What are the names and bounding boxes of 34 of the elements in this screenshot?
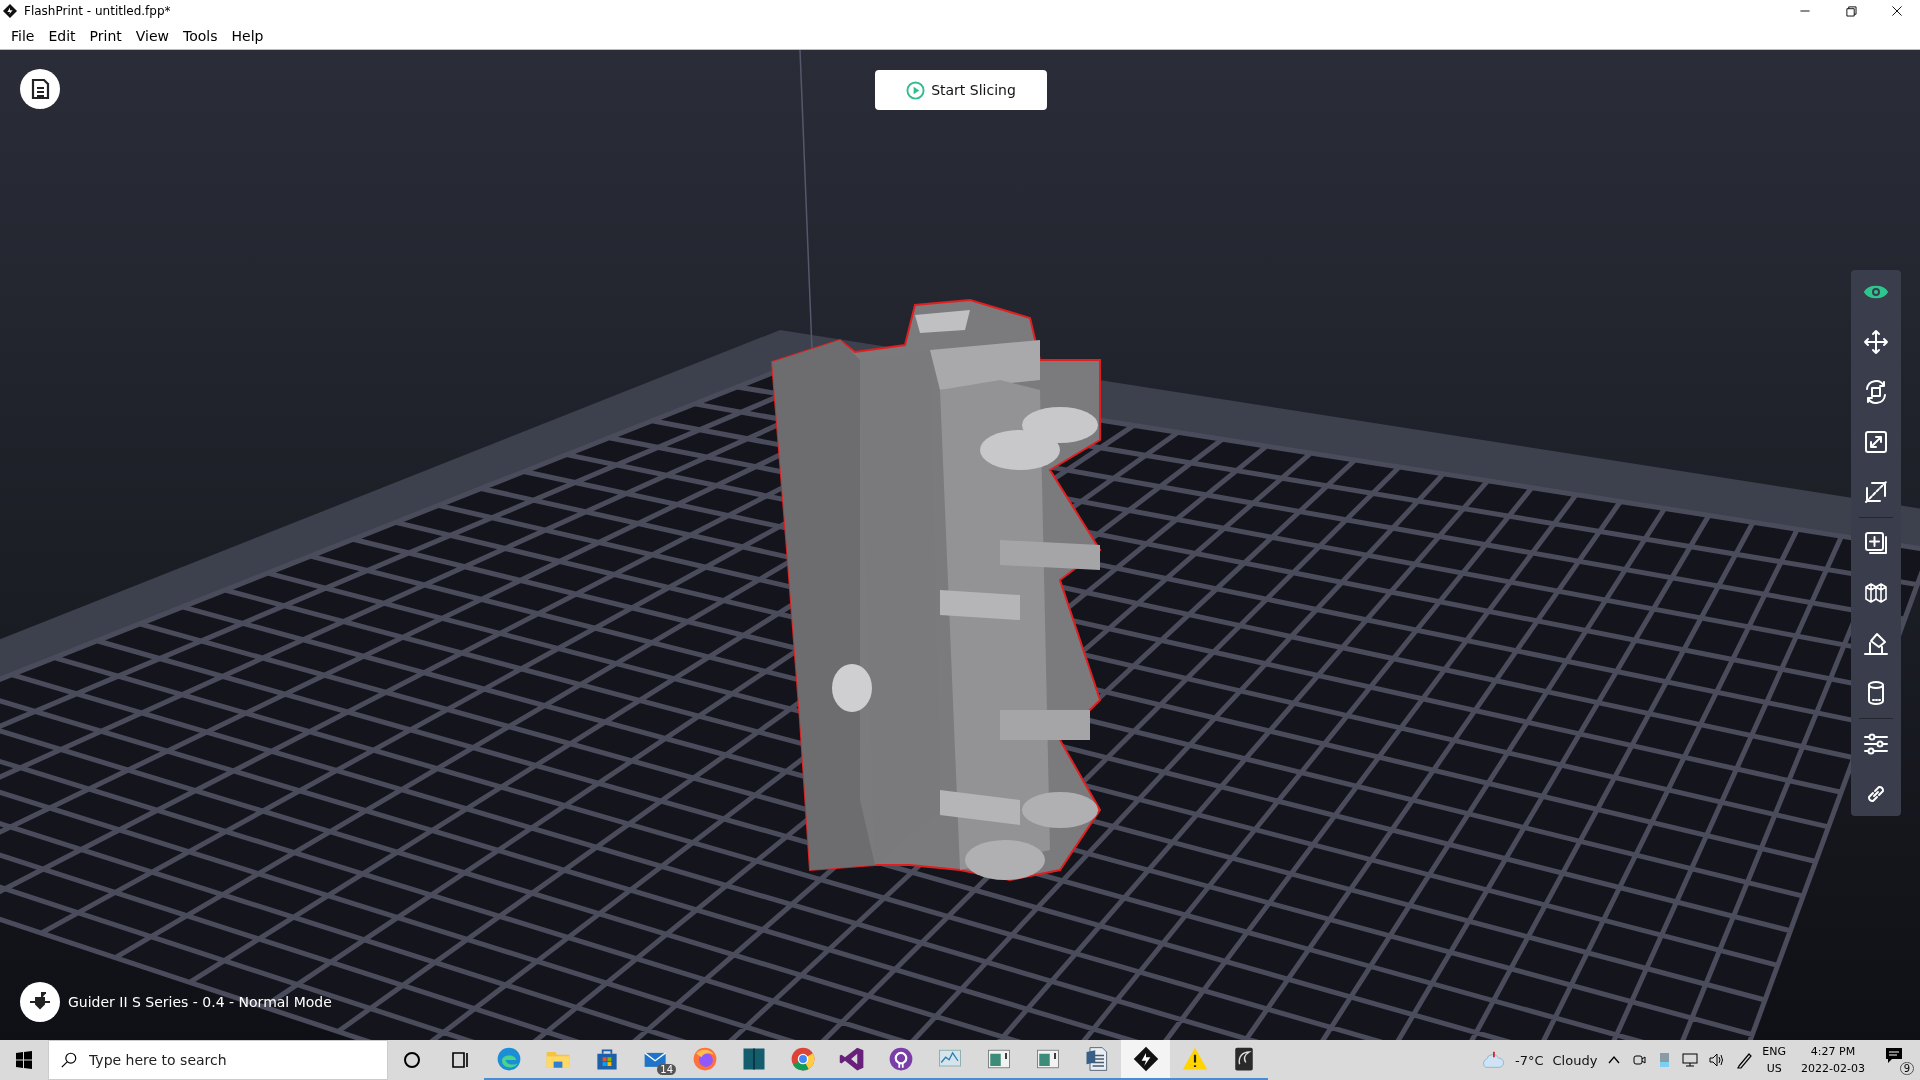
language-code[interactable]: ENG (1762, 1043, 1787, 1060)
pen-icon[interactable] (1735, 1051, 1754, 1069)
taskbar-app-button[interactable] (1121, 1040, 1170, 1080)
cut-tool-icon[interactable] (1862, 478, 1890, 506)
vstudio-app-icon (837, 1045, 866, 1073)
menu-item[interactable]: Help (224, 24, 271, 47)
notifications-icon[interactable] (1884, 1045, 1904, 1065)
app-logo-icon (3, 4, 17, 18)
clock-date[interactable]: 2022-02-03 (1801, 1060, 1865, 1077)
move-tool-icon[interactable] (1862, 328, 1890, 356)
menu-item[interactable]: Tools (176, 24, 225, 47)
machine-label: Guider II S Series - 0.4 - Normal Mode (68, 994, 332, 1010)
clock-time[interactable]: 4:27 PM (1810, 1043, 1856, 1060)
temperature-text: -7°C (1515, 1052, 1544, 1068)
webcam-icon[interactable] (1631, 1052, 1648, 1068)
taskbar-app-button[interactable]: 14 (631, 1040, 680, 1080)
menu-item[interactable]: File (4, 24, 42, 47)
start-slicing-button[interactable]: Start Slicing (875, 70, 1047, 110)
add-tool-icon[interactable] (1862, 529, 1890, 557)
menu-item[interactable]: View (128, 24, 176, 47)
notification-count: 9 (1899, 1062, 1914, 1075)
nozzle-icon[interactable] (20, 982, 60, 1022)
weather-condition-text: Cloudy (1552, 1052, 1598, 1068)
network-icon[interactable] (1681, 1052, 1700, 1068)
file-list-icon[interactable] (20, 69, 60, 109)
scale-tool-icon[interactable] (1862, 428, 1890, 456)
flashprint-app-icon (1131, 1045, 1160, 1073)
menu-item[interactable]: Edit (41, 24, 83, 47)
play-icon (906, 80, 926, 100)
menu-item[interactable]: Print (82, 24, 129, 47)
search-field[interactable]: Type here to search (48, 1040, 388, 1080)
window-title: FlashPrint - untitled.fpp* (24, 4, 171, 18)
unread-count-badge: 14 (657, 1064, 676, 1075)
language-region[interactable]: US (1766, 1060, 1782, 1077)
